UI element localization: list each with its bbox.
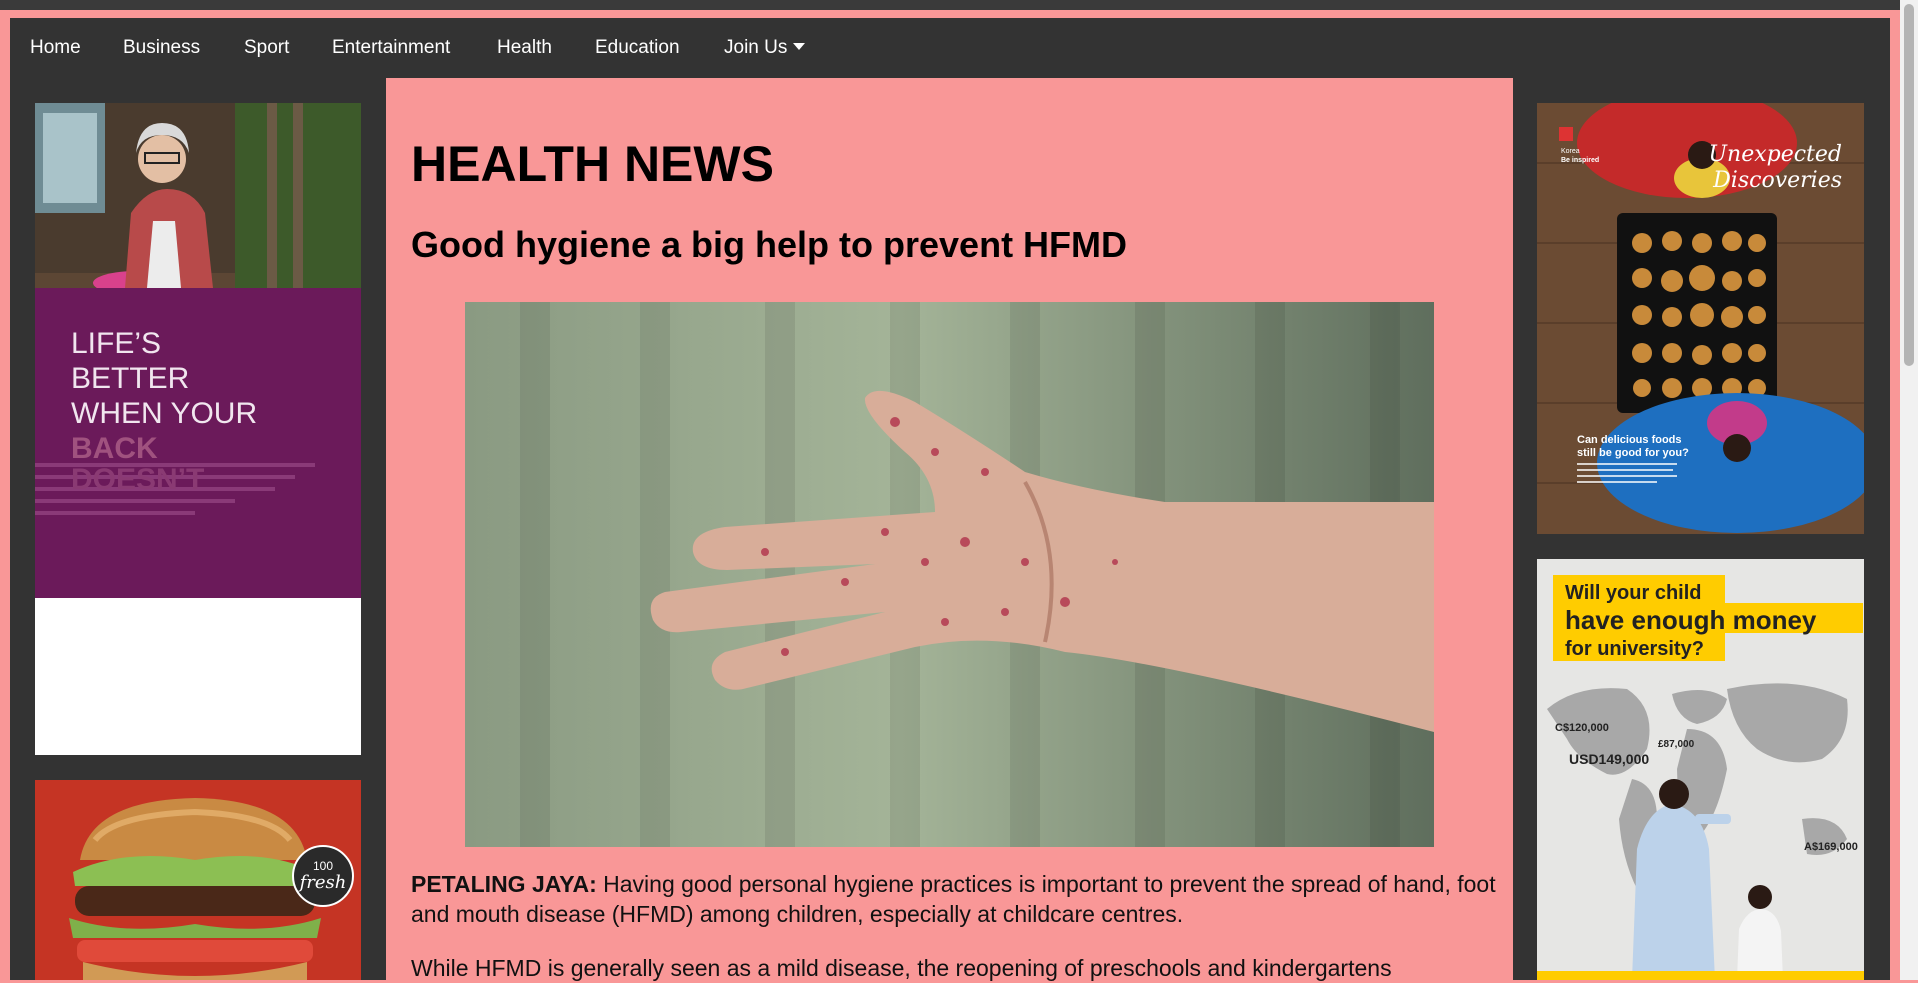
nav-join-us-dropdown[interactable]: Join Us [724, 37, 806, 59]
article-paragraph-2: While HFMD is generally seen as a mild d… [411, 955, 1392, 981]
ad-uni-cost-ca: C$120,000 [1555, 722, 1609, 734]
ad-korea-question-line2: still be good for you? [1577, 447, 1689, 459]
ad-korea-brand-bottom: Be inspired [1561, 157, 1599, 164]
ad-uni-cost-au: A$169,000 [1804, 841, 1858, 853]
ad-back-pain[interactable]: LIFE’S BETTER WHEN YOUR BACK DOESN’T [35, 103, 361, 755]
nav-business[interactable]: Business [123, 37, 200, 59]
ad-back-line2: BETTER [71, 362, 190, 395]
nav-home[interactable]: Home [30, 37, 81, 59]
ad-uni-line1: Will your child [1565, 582, 1702, 604]
ad-uni-cost-uk: £87,000 [1658, 739, 1695, 750]
ad-uni-line3: for university? [1565, 638, 1704, 660]
article-main: HEALTH NEWS Good hygiene a big help to p… [386, 78, 1513, 981]
ad-back-line3: WHEN YOUR [71, 397, 258, 430]
ad-back-line1: LIFE’S [71, 327, 162, 360]
ad-uni-cost-us: USD149,000 [1569, 751, 1649, 767]
burger-ad-art: 100 fresh [35, 780, 361, 980]
ad-korea-brand-top: Korea [1561, 148, 1580, 155]
ad-korea-title-line1: Unexpected [1708, 142, 1842, 167]
article-hero-image [465, 302, 1434, 847]
ad-burger-badge-bottom: fresh [298, 872, 347, 893]
ad-korea-food[interactable]: Korea Be inspired Unexpected Discoveries… [1537, 103, 1864, 534]
nav-entertainment[interactable]: Entertainment [332, 37, 450, 59]
scrollbar-thumb[interactable] [1904, 4, 1914, 366]
join-us-label: Join Us [724, 37, 788, 58]
caret-down-icon [793, 43, 806, 50]
article-lead-paragraph: PETALING JAYA: Having good personal hygi… [411, 869, 1501, 929]
nav-health[interactable]: Health [497, 37, 552, 59]
ad-burger-badge-top: 100 [313, 859, 333, 873]
ad-back-line4: BACK [71, 432, 158, 465]
ad-burger[interactable]: 100 fresh [35, 780, 361, 980]
rash-hand-photo [465, 302, 1434, 847]
ad-korea-title-line2: Discoveries [1712, 168, 1842, 193]
section-title: HEALTH NEWS [411, 136, 774, 192]
nav-sport[interactable]: Sport [244, 37, 289, 59]
browser-top-strip [0, 0, 1918, 10]
ad-back-line5: DOESN’T [71, 463, 205, 496]
university-ad-art: Will your child have enough money for un… [1537, 559, 1864, 980]
main-nav: Home Business Sport Entertainment Health… [10, 18, 1890, 78]
ad-university-savings[interactable]: Will your child have enough money for un… [1537, 559, 1864, 980]
article-dateline: PETALING JAYA: [411, 871, 597, 897]
page-top-band [0, 10, 1900, 18]
page-scrollbar[interactable] [1900, 0, 1918, 980]
ad-korea-question-line1: Can delicious foods [1577, 434, 1682, 446]
article-headline: Good hygiene a big help to prevent HFMD [411, 224, 1128, 265]
nav-education[interactable]: Education [595, 37, 680, 59]
ad-uni-line2: have enough money [1565, 605, 1817, 635]
korea-food-ad-art: Korea Be inspired Unexpected Discoveries… [1537, 103, 1864, 534]
